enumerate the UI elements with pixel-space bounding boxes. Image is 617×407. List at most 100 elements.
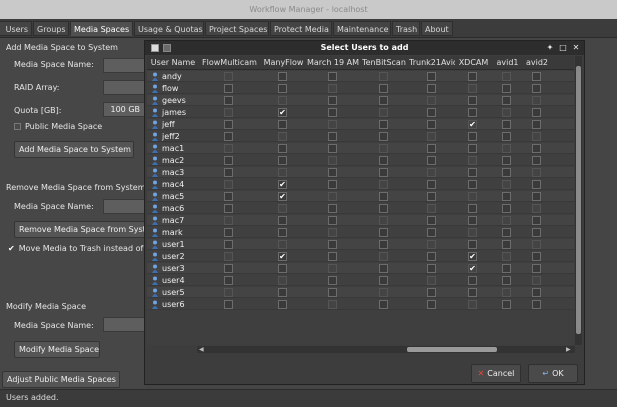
membership-checkbox[interactable]: ✔ <box>468 120 477 129</box>
membership-checkbox[interactable]: ✔ <box>278 252 287 261</box>
membership-checkbox[interactable] <box>379 300 388 309</box>
membership-checkbox[interactable] <box>502 120 511 129</box>
membership-checkbox[interactable] <box>379 240 388 249</box>
membership-checkbox[interactable] <box>224 204 233 213</box>
membership-checkbox[interactable] <box>427 264 436 273</box>
membership-checkbox[interactable] <box>427 192 436 201</box>
membership-checkbox[interactable] <box>224 132 233 141</box>
membership-checkbox[interactable] <box>532 216 541 225</box>
column-header[interactable]: March 19 AMXF <box>307 56 359 70</box>
membership-checkbox[interactable] <box>532 252 541 261</box>
membership-checkbox[interactable] <box>532 228 541 237</box>
membership-checkbox[interactable] <box>224 228 233 237</box>
membership-checkbox[interactable] <box>468 144 477 153</box>
membership-checkbox[interactable] <box>427 276 436 285</box>
membership-checkbox[interactable] <box>532 180 541 189</box>
membership-checkbox[interactable] <box>328 192 337 201</box>
tab-trash[interactable]: Trash <box>392 21 420 36</box>
membership-checkbox[interactable] <box>427 216 436 225</box>
membership-checkbox[interactable] <box>328 180 337 189</box>
membership-checkbox[interactable] <box>328 252 337 261</box>
tab-about[interactable]: About <box>421 21 453 36</box>
membership-checkbox[interactable] <box>224 96 233 105</box>
column-header[interactable]: FlowMulticam <box>199 56 260 70</box>
membership-checkbox[interactable] <box>468 72 477 81</box>
membership-checkbox[interactable] <box>278 228 287 237</box>
membership-checkbox[interactable] <box>502 84 511 93</box>
membership-checkbox[interactable] <box>328 72 337 81</box>
membership-checkbox[interactable]: ✔ <box>278 108 287 117</box>
table-row[interactable]: flow <box>147 83 574 94</box>
membership-checkbox[interactable] <box>278 204 287 213</box>
maximize-icon[interactable]: □ <box>557 42 569 54</box>
membership-checkbox[interactable] <box>224 120 233 129</box>
membership-checkbox[interactable] <box>379 168 388 177</box>
membership-checkbox[interactable]: ✔ <box>468 252 477 261</box>
membership-checkbox[interactable] <box>532 300 541 309</box>
membership-checkbox[interactable] <box>278 264 287 273</box>
membership-checkbox[interactable] <box>328 276 337 285</box>
membership-checkbox[interactable] <box>278 132 287 141</box>
membership-checkbox[interactable] <box>379 180 388 189</box>
membership-checkbox[interactable] <box>379 276 388 285</box>
membership-checkbox[interactable] <box>379 156 388 165</box>
table-row[interactable]: user1 <box>147 239 574 250</box>
membership-checkbox[interactable] <box>502 168 511 177</box>
membership-checkbox[interactable] <box>468 228 477 237</box>
membership-checkbox[interactable] <box>532 144 541 153</box>
membership-checkbox[interactable] <box>427 180 436 189</box>
membership-checkbox[interactable] <box>532 192 541 201</box>
membership-checkbox[interactable] <box>328 240 337 249</box>
raid-array-select[interactable] <box>103 80 145 95</box>
membership-checkbox[interactable] <box>502 264 511 273</box>
membership-checkbox[interactable] <box>328 168 337 177</box>
table-row[interactable]: mac1 <box>147 143 574 154</box>
add-media-space-button[interactable]: Add Media Space to System <box>14 141 134 158</box>
table-row[interactable]: mac2 <box>147 155 574 166</box>
public-media-space-checkbox[interactable]: Public Media Space <box>14 122 144 131</box>
membership-checkbox[interactable] <box>328 120 337 129</box>
tab-media-spaces[interactable]: Media Spaces <box>70 21 133 36</box>
membership-checkbox[interactable] <box>224 216 233 225</box>
membership-checkbox[interactable] <box>502 144 511 153</box>
membership-checkbox[interactable] <box>328 216 337 225</box>
membership-checkbox[interactable] <box>379 84 388 93</box>
membership-checkbox[interactable] <box>427 252 436 261</box>
membership-checkbox[interactable] <box>502 96 511 105</box>
close-icon[interactable]: ✕ <box>570 42 582 54</box>
column-header[interactable]: TenBitScan <box>359 56 409 70</box>
table-row[interactable]: jeff2 <box>147 131 574 142</box>
membership-checkbox[interactable] <box>224 300 233 309</box>
membership-checkbox[interactable] <box>278 288 287 297</box>
ok-button[interactable]: ↵ OK <box>528 364 578 383</box>
membership-checkbox[interactable] <box>468 216 477 225</box>
membership-checkbox[interactable] <box>532 96 541 105</box>
membership-checkbox[interactable] <box>502 156 511 165</box>
table-row[interactable]: jeff ✔ <box>147 119 574 130</box>
membership-checkbox[interactable] <box>328 132 337 141</box>
membership-checkbox[interactable] <box>427 228 436 237</box>
membership-checkbox[interactable] <box>502 192 511 201</box>
quota-field[interactable]: 100 GB <box>103 102 145 117</box>
table-row[interactable]: mac5 ✔ <box>147 191 574 202</box>
remove-media-space-button[interactable]: Remove Media Space from System <box>14 221 147 238</box>
column-header[interactable]: XDCAM <box>455 56 492 70</box>
membership-checkbox[interactable] <box>502 300 511 309</box>
move-to-trash-checkbox[interactable]: ✔Move Media to Trash instead of deleting <box>8 244 148 253</box>
membership-checkbox[interactable] <box>502 252 511 261</box>
tab-users[interactable]: Users <box>0 21 32 36</box>
table-row[interactable]: user5 <box>147 287 574 298</box>
membership-checkbox[interactable] <box>224 144 233 153</box>
membership-checkbox[interactable] <box>224 276 233 285</box>
membership-checkbox[interactable] <box>502 240 511 249</box>
membership-checkbox[interactable] <box>224 192 233 201</box>
membership-checkbox[interactable] <box>278 156 287 165</box>
membership-checkbox[interactable] <box>427 240 436 249</box>
membership-checkbox[interactable] <box>278 216 287 225</box>
membership-checkbox[interactable] <box>468 156 477 165</box>
membership-checkbox[interactable] <box>328 84 337 93</box>
membership-checkbox[interactable] <box>532 120 541 129</box>
membership-checkbox[interactable] <box>328 288 337 297</box>
membership-checkbox[interactable] <box>379 120 388 129</box>
membership-checkbox[interactable] <box>502 204 511 213</box>
